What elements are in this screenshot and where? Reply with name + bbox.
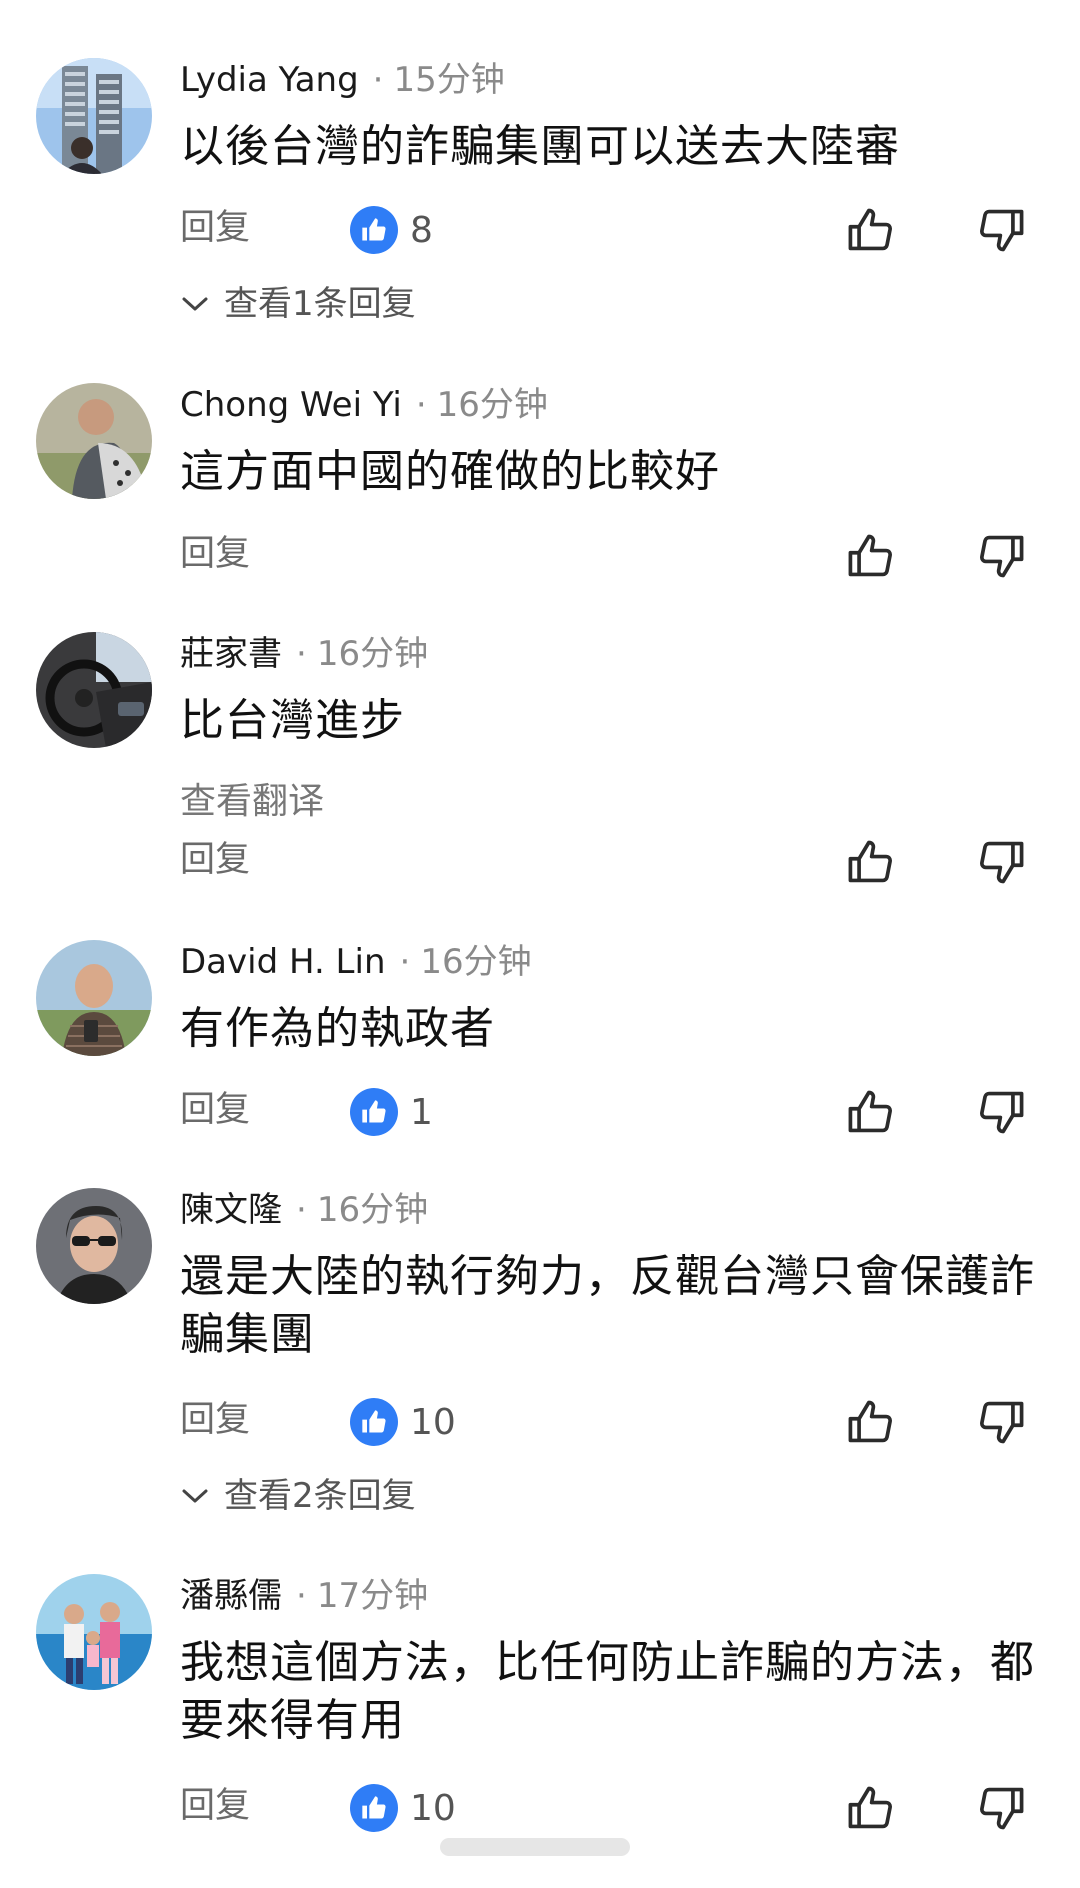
thumbs-up-filled-icon (350, 1088, 398, 1136)
comment-meta: 莊家書 · 16分钟 (180, 634, 428, 674)
comment-time: 17分钟 (316, 1576, 429, 1616)
comment-meta: 陳文隆 · 16分钟 (180, 1190, 428, 1230)
translate-link[interactable]: 查看翻译 (180, 780, 324, 824)
thumbs-down-icon[interactable] (975, 1086, 1027, 1138)
like-count: 10 (350, 1397, 456, 1447)
like-count: 8 (350, 205, 433, 255)
meta-separator: · (296, 1190, 307, 1230)
thumbs-up-filled-icon (350, 1784, 398, 1832)
comment-meta: David H. Lin · 16分钟 (180, 942, 532, 982)
like-number: 10 (410, 1401, 456, 1443)
thumbs-down-icon[interactable] (975, 530, 1027, 582)
avatar[interactable] (36, 383, 152, 499)
comment-text: 這方面中國的確做的比較好 (180, 446, 720, 497)
comment-text: 以後台灣的詐騙集團可以送去大陸審 (180, 121, 900, 172)
comment-meta: Chong Wei Yi · 16分钟 (180, 385, 548, 425)
meta-separator: · (415, 385, 427, 425)
view-replies-label: 查看1条回复 (224, 284, 416, 324)
view-replies-button[interactable]: 查看2条回复 (180, 1474, 416, 1518)
author-name[interactable]: 潘縣儒 (180, 1576, 282, 1616)
thumbs-up-icon[interactable] (845, 530, 897, 582)
like-count: 10 (350, 1783, 456, 1833)
comment-time: 16分钟 (436, 385, 548, 425)
view-replies-label: 查看2条回复 (224, 1476, 416, 1516)
reply-button[interactable]: 回复 (180, 532, 250, 576)
comment-text: 比台灣進步 (180, 695, 405, 746)
author-name[interactable]: David H. Lin (180, 942, 386, 982)
thumbs-up-filled-icon (350, 206, 398, 254)
comment-time: 16分钟 (316, 1190, 429, 1230)
avatar[interactable] (36, 632, 152, 748)
author-name[interactable]: Chong Wei Yi (180, 385, 402, 425)
chevron-down-icon (182, 297, 208, 311)
comment-time: 15分钟 (393, 60, 505, 100)
meta-separator: · (296, 634, 307, 674)
thumbs-down-icon[interactable] (975, 1396, 1027, 1448)
comment-text: 我想這個方法，比任何防止詐騙的方法，都要來得有用 (180, 1637, 1035, 1746)
comment-time: 16分钟 (316, 634, 429, 674)
author-name[interactable]: 陳文隆 (180, 1190, 282, 1230)
comment-meta: 潘縣儒 · 17分钟 (180, 1576, 428, 1616)
thumbs-down-icon[interactable] (975, 836, 1027, 888)
thumbs-down-icon[interactable] (975, 1782, 1027, 1834)
thumbs-down-icon[interactable] (975, 204, 1027, 256)
reply-button[interactable]: 回复 (180, 1398, 250, 1442)
comment-time: 16分钟 (420, 942, 532, 982)
like-number: 1 (410, 1091, 433, 1133)
avatar[interactable] (36, 940, 152, 1056)
comment-text: 有作為的執政者 (180, 1003, 495, 1054)
author-name[interactable]: Lydia Yang (180, 60, 359, 100)
avatar[interactable] (36, 1188, 152, 1304)
like-count: 1 (350, 1087, 433, 1137)
like-number: 8 (410, 209, 433, 251)
home-indicator (440, 1838, 630, 1856)
like-number: 10 (410, 1787, 456, 1829)
author-name[interactable]: 莊家書 (180, 634, 282, 674)
reply-button[interactable]: 回复 (180, 1784, 250, 1828)
avatar[interactable] (36, 58, 152, 174)
meta-separator: · (372, 60, 384, 100)
reply-button[interactable]: 回复 (180, 1088, 250, 1132)
meta-separator: · (296, 1576, 307, 1616)
view-replies-button[interactable]: 查看1条回复 (180, 282, 416, 326)
reply-button[interactable]: 回复 (180, 206, 250, 250)
thumbs-up-icon[interactable] (845, 204, 897, 256)
reply-button[interactable]: 回复 (180, 838, 250, 882)
thumbs-up-icon[interactable] (845, 1086, 897, 1138)
avatar[interactable] (36, 1574, 152, 1690)
thumbs-up-filled-icon (350, 1398, 398, 1446)
comment-meta: Lydia Yang · 15分钟 (180, 60, 505, 100)
chevron-down-icon (182, 1489, 208, 1503)
thumbs-up-icon[interactable] (845, 836, 897, 888)
thumbs-up-icon[interactable] (845, 1396, 897, 1448)
thumbs-up-icon[interactable] (845, 1782, 897, 1834)
comment-text: 還是大陸的執行夠力，反觀台灣只會保護詐騙集團 (180, 1251, 1035, 1360)
meta-separator: · (399, 942, 411, 982)
